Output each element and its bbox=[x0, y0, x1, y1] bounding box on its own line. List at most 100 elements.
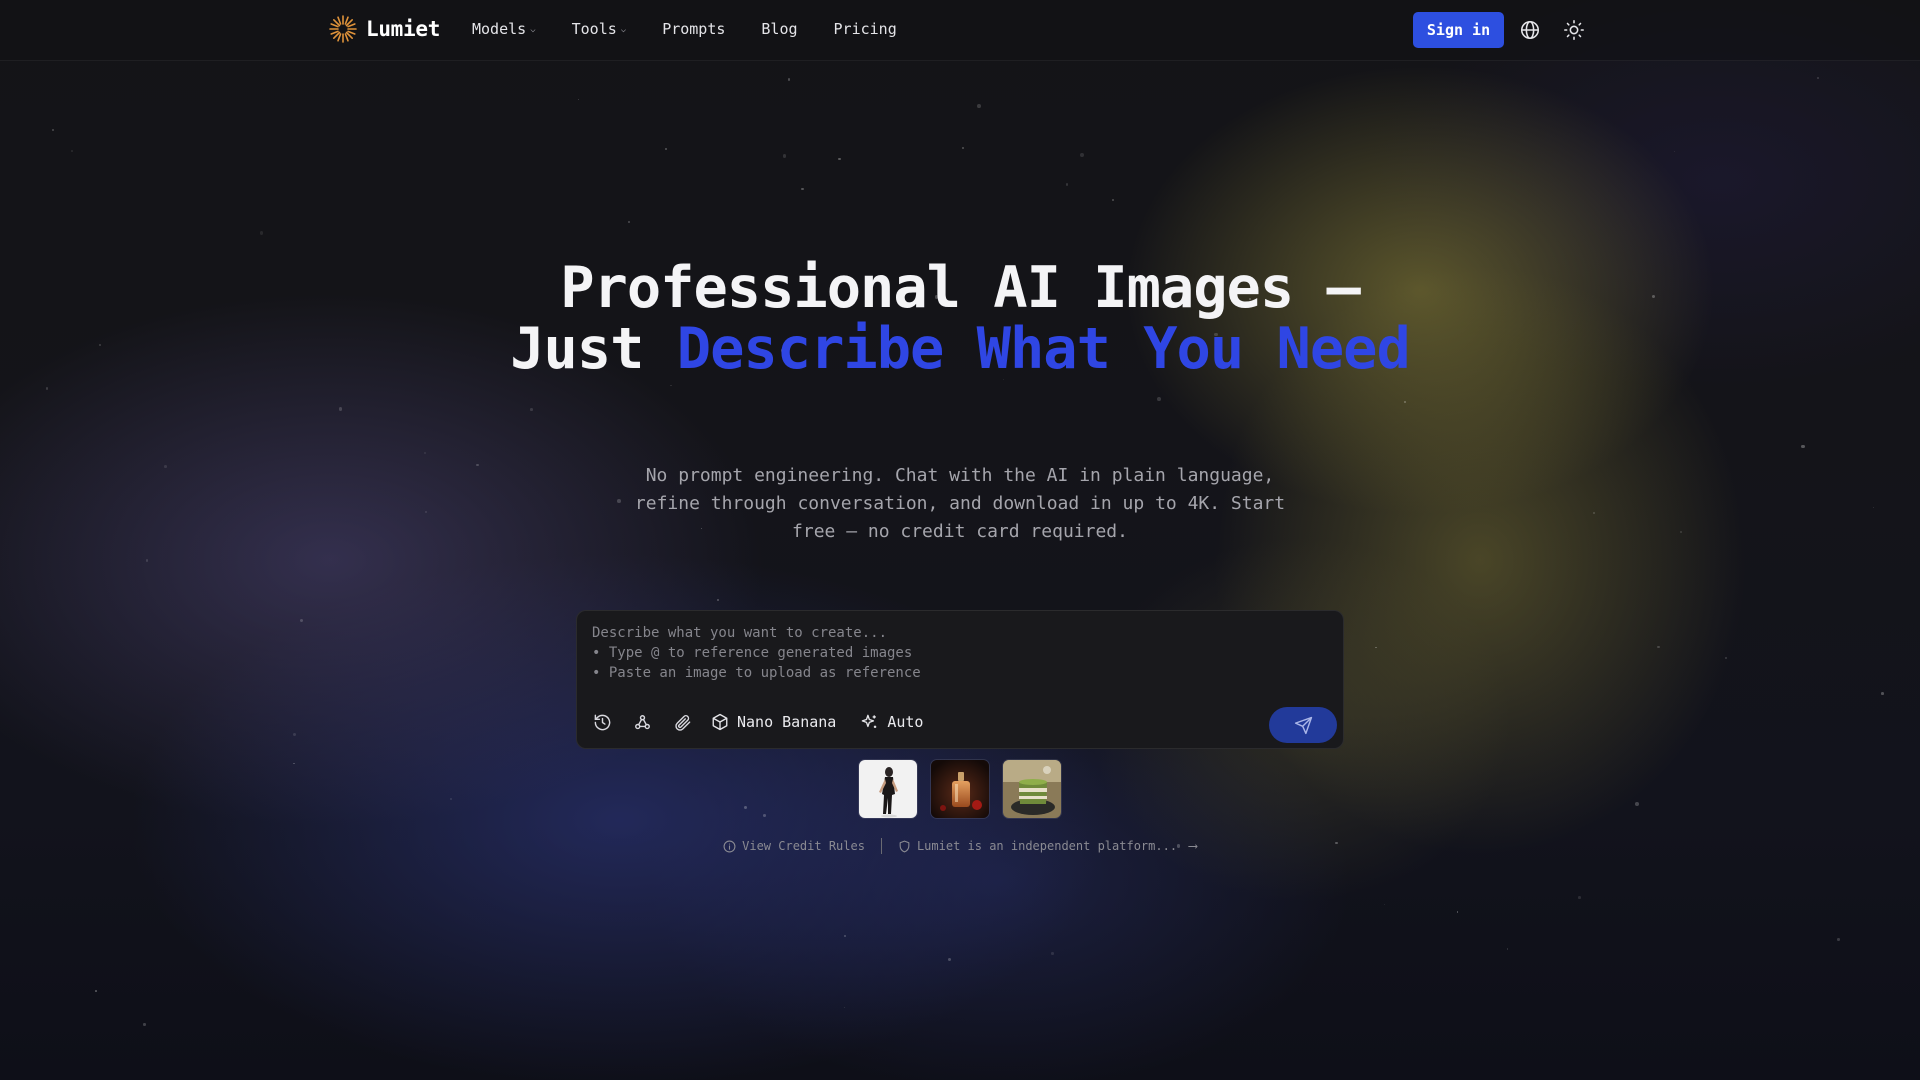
model-selector[interactable]: Nano Banana bbox=[711, 713, 836, 731]
star-dot bbox=[1456, 911, 1459, 913]
example-thumbnails bbox=[858, 759, 1062, 819]
chevron-down-icon: ⌵ bbox=[620, 25, 627, 35]
star-dot bbox=[787, 78, 791, 81]
star-dot bbox=[293, 762, 295, 764]
star-dot bbox=[1112, 199, 1115, 202]
hero-title-accent: Describe What You Need bbox=[676, 316, 1411, 382]
star-dot bbox=[627, 220, 631, 224]
nav-pricing-label: Pricing bbox=[833, 20, 897, 38]
send-button[interactable] bbox=[1269, 707, 1337, 743]
star-dot bbox=[1157, 396, 1162, 401]
history-icon[interactable] bbox=[591, 711, 613, 733]
globe-icon[interactable] bbox=[1519, 19, 1541, 41]
brand-logo[interactable]: Lumiet bbox=[328, 14, 440, 44]
star-dot bbox=[338, 407, 343, 411]
webhook-icon[interactable] bbox=[631, 711, 653, 733]
prompt-input[interactable] bbox=[592, 623, 1322, 695]
mode-selector[interactable]: Auto bbox=[860, 713, 923, 732]
star-dot bbox=[1837, 938, 1840, 941]
star-dot bbox=[962, 146, 965, 150]
model-label: Nano Banana bbox=[737, 713, 837, 731]
thumb-perfume-bottle[interactable] bbox=[930, 759, 990, 819]
star-dot bbox=[95, 990, 97, 992]
sparkles-icon bbox=[862, 714, 877, 728]
star-dot bbox=[300, 619, 304, 623]
star-dot bbox=[844, 1006, 846, 1008]
star-dot bbox=[1065, 183, 1068, 186]
sign-in-button[interactable]: Sign in bbox=[1413, 12, 1504, 48]
star-dot bbox=[1578, 896, 1581, 899]
independent-platform-link[interactable]: Lumiet is an independent platform... ⟶ bbox=[898, 839, 1197, 854]
star-dot bbox=[1679, 531, 1682, 533]
star-dot bbox=[164, 465, 167, 469]
star-dot bbox=[716, 599, 719, 602]
star-dot bbox=[577, 98, 580, 101]
nav-tools-label: Tools bbox=[571, 20, 617, 38]
star-dot bbox=[782, 154, 787, 158]
star-dot bbox=[665, 148, 668, 151]
nav-prompts-label: Prompts bbox=[662, 20, 726, 38]
star-dot bbox=[1652, 295, 1656, 299]
star-dot bbox=[1079, 153, 1084, 157]
star-dot bbox=[1674, 151, 1676, 153]
view-credit-rules-link[interactable]: View Credit Rules bbox=[723, 839, 865, 853]
prompt-toolbar: Nano Banana Auto bbox=[591, 711, 947, 733]
star-dot bbox=[425, 511, 427, 513]
star-dot bbox=[1507, 948, 1509, 950]
star-dot bbox=[670, 384, 672, 387]
star-dot bbox=[843, 934, 847, 938]
star-dot bbox=[530, 408, 533, 411]
nav-tools[interactable]: Tools ⌵ bbox=[572, 20, 627, 38]
nav-models[interactable]: Models ⌵ bbox=[472, 20, 536, 38]
star-dot bbox=[763, 813, 767, 817]
star-dot bbox=[977, 104, 982, 109]
prompt-box: Nano Banana Auto bbox=[576, 610, 1344, 749]
footer-notes: View Credit Rules Lumiet is an independe… bbox=[0, 838, 1920, 854]
nav-links: Models ⌵ Tools ⌵ Prompts Blog Pricing bbox=[472, 20, 897, 38]
star-dot bbox=[1403, 401, 1407, 404]
star-dot bbox=[800, 187, 804, 191]
star-dot bbox=[98, 343, 102, 347]
send-icon bbox=[1294, 716, 1312, 734]
star-dot bbox=[838, 157, 841, 161]
star-dot bbox=[1375, 646, 1377, 648]
nav-blog[interactable]: Blog bbox=[761, 20, 797, 38]
star-dot bbox=[1384, 904, 1386, 906]
cube-icon bbox=[712, 713, 728, 731]
star-dot bbox=[1817, 76, 1820, 79]
star-dot bbox=[1051, 952, 1054, 955]
star-dot bbox=[1801, 444, 1805, 449]
disclaimer-label: Lumiet is an independent platform... bbox=[916, 839, 1178, 853]
chevron-down-icon: ⌵ bbox=[530, 25, 536, 35]
sunburst-logo-icon bbox=[329, 15, 357, 43]
thumb-fashion-model[interactable] bbox=[858, 759, 918, 819]
top-navbar: Lumiet Models ⌵ Tools ⌵ Prompts Blog Pri… bbox=[0, 0, 1920, 61]
nav-blog-label: Blog bbox=[761, 20, 798, 38]
mode-label: Auto bbox=[887, 713, 924, 731]
star-dot bbox=[1724, 657, 1727, 660]
paperclip-icon[interactable] bbox=[671, 711, 693, 733]
star-dot bbox=[292, 733, 296, 737]
star-dot bbox=[1657, 645, 1660, 649]
shield-icon bbox=[899, 840, 910, 852]
footer-divider bbox=[880, 838, 882, 854]
nav-pricing[interactable]: Pricing bbox=[834, 20, 897, 38]
nav-prompts[interactable]: Prompts bbox=[662, 20, 725, 38]
sun-icon[interactable] bbox=[1563, 19, 1585, 41]
brand-name: Lumiet bbox=[366, 17, 441, 41]
nav-models-label: Models bbox=[472, 20, 527, 38]
star-dot bbox=[476, 463, 479, 467]
hero-subtitle: No prompt engineering. Chat with the AI … bbox=[634, 465, 1286, 542]
credit-rules-label: View Credit Rules bbox=[742, 839, 865, 853]
thumb-matcha-dessert[interactable] bbox=[1002, 759, 1062, 819]
star-dot bbox=[1593, 511, 1596, 515]
star-dot bbox=[45, 387, 49, 390]
arrow-right-icon: ⟶ bbox=[1189, 838, 1197, 854]
star-dot bbox=[1880, 692, 1884, 696]
star-dot bbox=[1634, 802, 1639, 807]
hero-title-prefix: Just bbox=[510, 316, 677, 382]
star-dot bbox=[145, 558, 149, 562]
star-dot bbox=[71, 150, 73, 152]
star-dot bbox=[743, 805, 747, 809]
hero-title-line1: Professional AI Images — bbox=[560, 255, 1361, 321]
